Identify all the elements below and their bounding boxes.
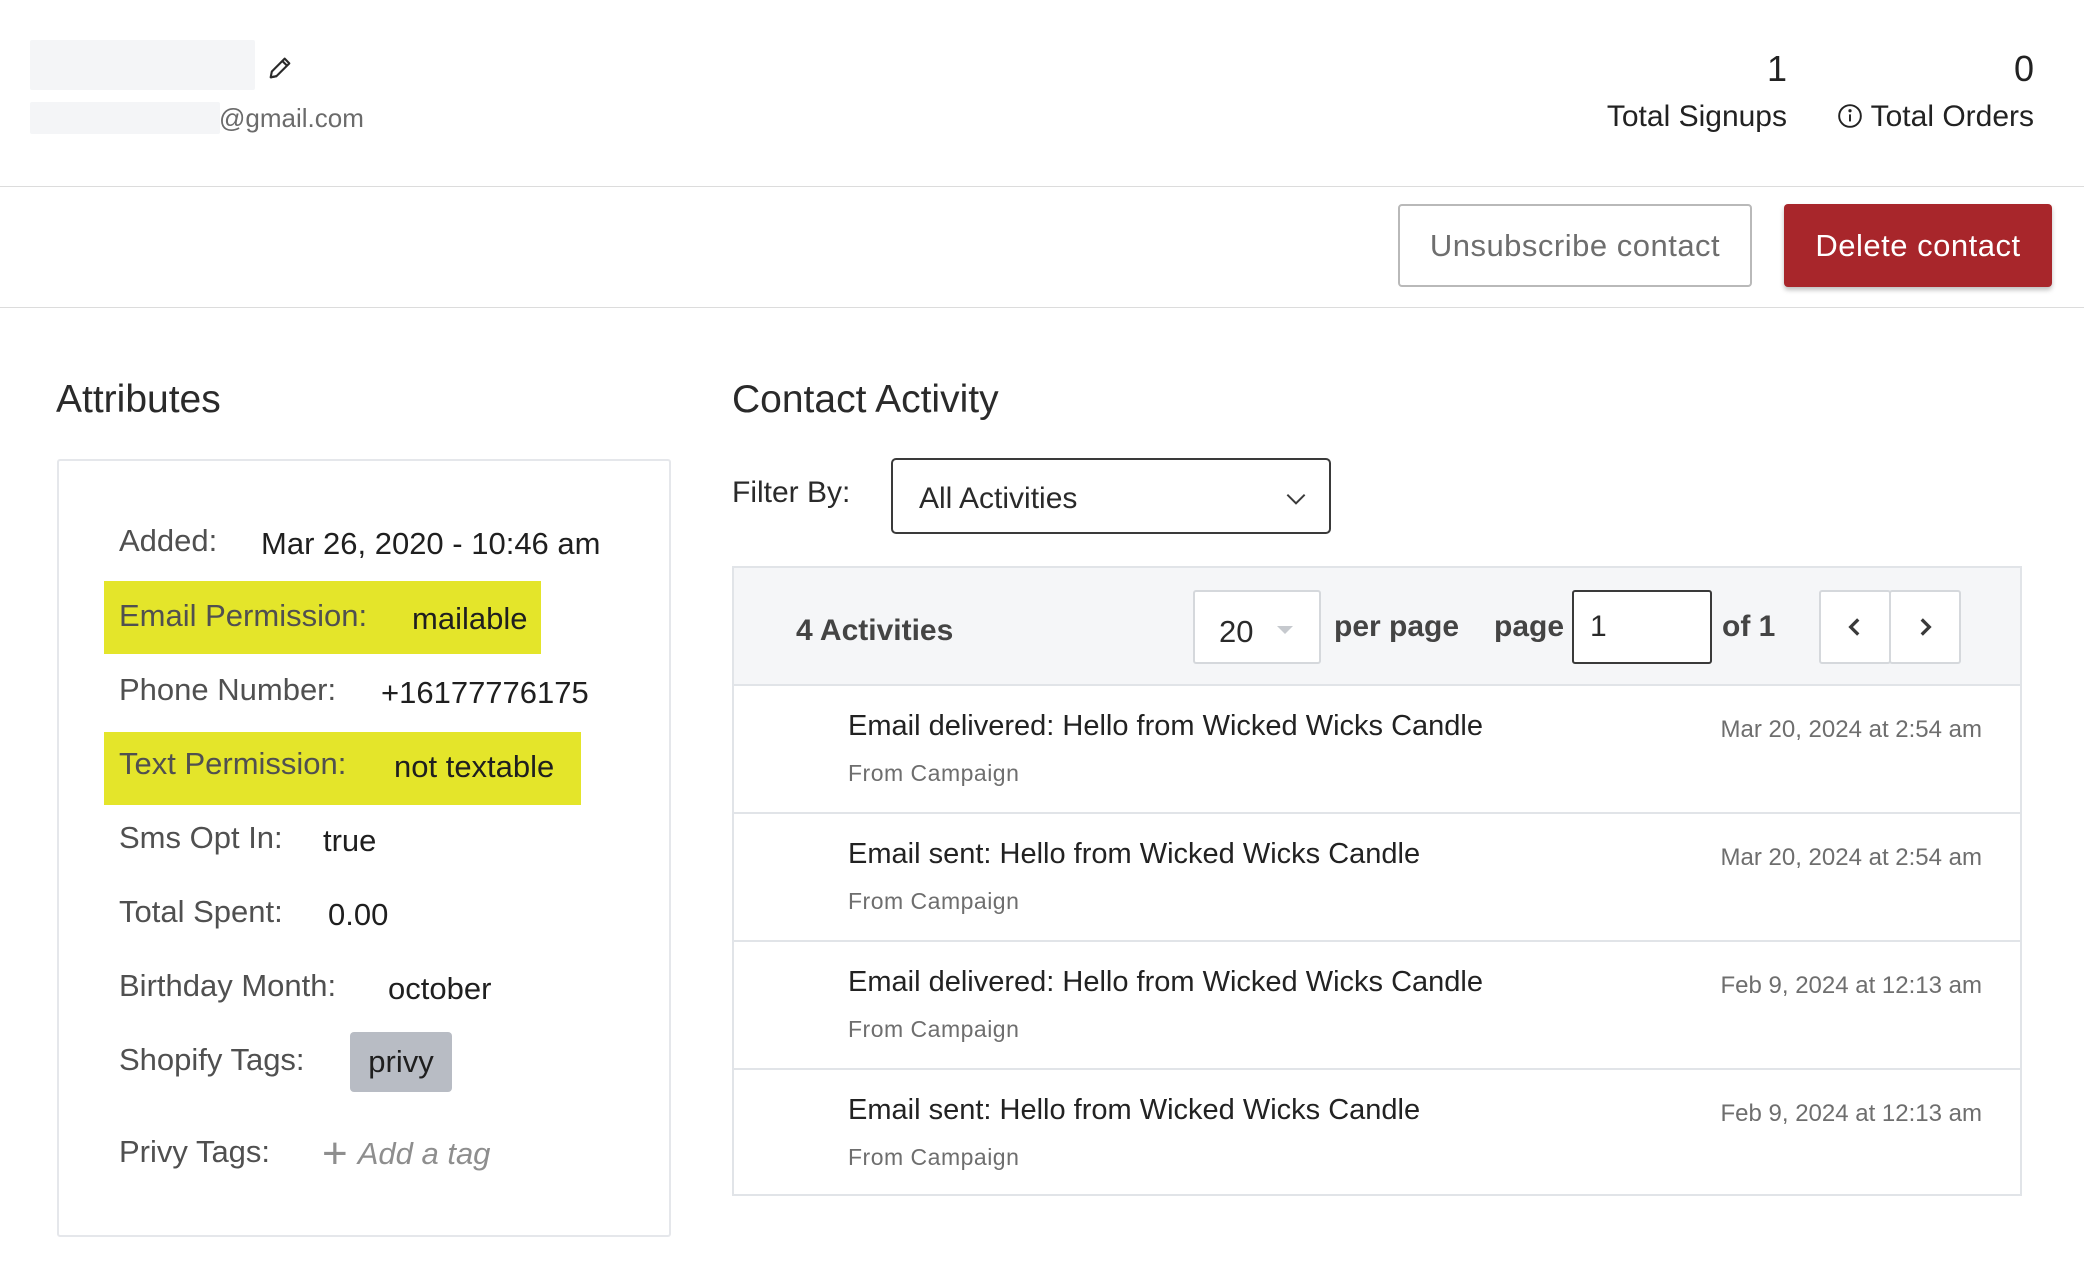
attr-birthday-month: Birthday Month: october xyxy=(119,968,491,1006)
attr-birthday-month-value: october xyxy=(388,971,492,1006)
add-tag-label: Add a tag xyxy=(357,1136,491,1171)
info-icon[interactable] xyxy=(1837,103,1863,129)
activity-item-source: From Campaign xyxy=(848,888,1020,914)
activity-item-date: Feb 9, 2024 at 12:13 am xyxy=(1720,972,1982,999)
contact-activity-title: Contact Activity xyxy=(732,378,999,421)
contact-header: @gmail.com 1 Total Signups 0 Total Order… xyxy=(0,0,2084,187)
attributes-panel: Added: Mar 26, 2020 - 10:46 am Email Per… xyxy=(57,459,671,1237)
attr-total-spent: Total Spent: 0.00 xyxy=(119,894,388,932)
attr-phone-value: +16177776175 xyxy=(381,675,589,710)
attr-email-permission-label: Email Permission: xyxy=(119,598,368,633)
activity-item-date: Mar 20, 2024 at 2:54 am xyxy=(1720,716,1983,743)
contact-name-redacted xyxy=(30,40,255,90)
next-page-button[interactable] xyxy=(1889,590,1961,664)
activity-item[interactable]: Email sent: Hello from Wicked Wicks Cand… xyxy=(734,1070,2020,1198)
activity-filter-value: All Activities xyxy=(919,482,1078,515)
page-label: page xyxy=(1494,610,1565,643)
attr-sms-opt-in-value: true xyxy=(323,823,377,858)
total-orders-label-wrap: Total Orders xyxy=(1837,100,2034,134)
edit-pencil-icon[interactable] xyxy=(266,54,294,82)
attr-phone: Phone Number: +16177776175 xyxy=(119,672,589,710)
activity-item-source: From Campaign xyxy=(848,1016,1020,1042)
activity-filter-select[interactable]: All Activities xyxy=(891,458,1331,534)
activity-item[interactable]: Email sent: Hello from Wicked Wicks Cand… xyxy=(734,814,2020,942)
shopify-tag-chip: privy xyxy=(350,1032,452,1092)
total-signups-value: 1 xyxy=(1766,48,1787,89)
activity-item-date: Feb 9, 2024 at 12:13 am xyxy=(1720,1100,1982,1127)
page-number-input[interactable] xyxy=(1572,590,1712,664)
per-page-value: 20 xyxy=(1219,614,1254,649)
activity-toolbar: 4 Activities 20 per page page of 1 xyxy=(734,568,2020,686)
activity-item[interactable]: Email delivered: Hello from Wicked Wicks… xyxy=(734,686,2020,814)
page-of-label: of 1 xyxy=(1722,610,1776,643)
attr-sms-opt-in-label: Sms Opt In: xyxy=(119,820,283,855)
attr-email-permission-value: mailable xyxy=(412,601,528,636)
attr-text-permission-value: not textable xyxy=(394,749,555,784)
attr-privy-tags-label: Privy Tags: xyxy=(119,1134,271,1169)
attributes-title: Attributes xyxy=(56,378,221,421)
stat-total-signups: 1 Total Signups xyxy=(1607,48,1787,134)
total-signups-label: Total Signups xyxy=(1606,100,1787,133)
plus-icon: + xyxy=(322,1129,348,1178)
activity-item-title: Email delivered: Hello from Wicked Wicks… xyxy=(848,710,1483,742)
attr-sms-opt-in: Sms Opt In: true xyxy=(119,820,376,858)
activity-item-source: From Campaign xyxy=(848,1144,1020,1170)
chevron-left-icon xyxy=(1848,618,1860,636)
activity-item-title: Email sent: Hello from Wicked Wicks Cand… xyxy=(848,838,1421,870)
attr-shopify-tags: Shopify Tags: xyxy=(119,1042,305,1078)
activity-panel: 4 Activities 20 per page page of 1 Email… xyxy=(732,566,2022,1196)
attr-total-spent-value: 0.00 xyxy=(328,897,389,932)
activity-count: 4 Activities xyxy=(796,614,954,647)
contact-action-bar: Unsubscribe contact Delete contact xyxy=(0,188,2084,308)
activity-item[interactable]: Email delivered: Hello from Wicked Wicks… xyxy=(734,942,2020,1070)
per-page-select[interactable]: 20 xyxy=(1193,590,1321,664)
attr-shopify-tags-label: Shopify Tags: xyxy=(119,1042,305,1077)
attr-added-value: Mar 26, 2020 - 10:46 am xyxy=(261,526,601,561)
contact-email-suffix: @gmail.com xyxy=(219,103,364,133)
chevron-down-icon xyxy=(1283,486,1309,512)
attr-birthday-month-label: Birthday Month: xyxy=(119,968,337,1003)
activity-item-title: Email sent: Hello from Wicked Wicks Cand… xyxy=(848,1094,1421,1126)
caret-down-icon xyxy=(1277,626,1293,634)
add-tag-button[interactable]: + Add a tag xyxy=(322,1132,490,1176)
filter-by-label: Filter By: xyxy=(732,476,851,509)
attr-text-permission-label: Text Permission: xyxy=(119,746,347,781)
chevron-right-icon xyxy=(1920,618,1932,636)
attr-added: Added: Mar 26, 2020 - 10:46 am xyxy=(119,523,600,561)
attr-privy-tags: Privy Tags: xyxy=(119,1134,270,1170)
delete-contact-button[interactable]: Delete contact xyxy=(1784,204,2052,287)
total-orders-value: 0 xyxy=(2013,48,2034,89)
stat-total-orders: 0 Total Orders xyxy=(1837,48,2034,134)
attr-total-spent-label: Total Spent: xyxy=(119,894,283,929)
contact-email-redacted xyxy=(30,102,220,134)
activity-item-source: From Campaign xyxy=(848,760,1020,786)
per-page-label: per page xyxy=(1334,610,1460,643)
activity-item-title: Email delivered: Hello from Wicked Wicks… xyxy=(848,966,1483,998)
attr-text-permission: Text Permission: not textable xyxy=(119,746,554,784)
activity-item-date: Mar 20, 2024 at 2:54 am xyxy=(1720,844,1983,871)
attr-added-label: Added: xyxy=(119,523,218,558)
attr-phone-label: Phone Number: xyxy=(119,672,337,707)
prev-page-button[interactable] xyxy=(1819,590,1891,664)
total-orders-label: Total Orders xyxy=(1870,100,2034,133)
attr-email-permission: Email Permission: mailable xyxy=(119,598,527,636)
unsubscribe-contact-button[interactable]: Unsubscribe contact xyxy=(1398,204,1752,287)
